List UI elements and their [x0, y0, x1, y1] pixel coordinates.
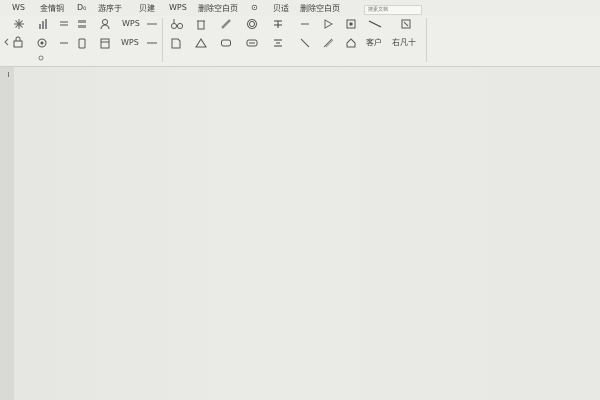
frame-icon[interactable]: [345, 18, 357, 30]
document-page[interactable]: [14, 67, 600, 400]
pen-icon[interactable]: [220, 18, 232, 30]
calendar-icon[interactable]: [99, 37, 111, 49]
sparkle-icon[interactable]: [13, 18, 25, 30]
line-tool-icon-2[interactable]: [146, 37, 158, 49]
text-box-icon[interactable]: [272, 18, 284, 30]
chart-icon[interactable]: [37, 18, 49, 30]
wps-button-2[interactable]: WPS: [121, 37, 139, 49]
line-icon[interactable]: [368, 18, 382, 30]
dash-icon-2[interactable]: [299, 18, 311, 30]
toolbar-separator-right: [426, 18, 427, 62]
toolbar-separator: [162, 18, 163, 62]
align-icon[interactable]: [58, 18, 70, 30]
last-button[interactable]: 右凡十: [392, 37, 416, 49]
toolbar: WPS WPS 客户 右凡十: [0, 16, 600, 67]
paragraph-icon[interactable]: [272, 37, 284, 49]
home-icon[interactable]: [345, 37, 357, 49]
cup-icon[interactable]: [76, 37, 88, 49]
note-icon[interactable]: [170, 37, 182, 49]
left-margin-ruler: [0, 67, 14, 400]
grid-icon[interactable]: [76, 18, 88, 30]
menu-item-8[interactable]: 贝适: [273, 3, 289, 14]
triangle-icon[interactable]: [195, 37, 207, 49]
menu-item-4[interactable]: 游序于: [98, 3, 122, 14]
circle-icon[interactable]: [246, 18, 258, 30]
menu-item-delete-blank-page[interactable]: 删除空白页: [198, 3, 238, 14]
menu-item-ws[interactable]: WS: [12, 3, 25, 12]
line-tool-icon[interactable]: [146, 18, 158, 30]
menu-bar: WS 金情铜 D₀ 游序于 贝建 WPS 删除空白页 ⊙ 贝适 删除空白页: [0, 0, 600, 16]
search-input[interactable]: [364, 5, 422, 15]
trash-icon[interactable]: [195, 18, 207, 30]
small-zero-icon: [37, 54, 45, 62]
menu-item-wps[interactable]: WPS: [169, 3, 187, 12]
menu-item-5[interactable]: 贝建: [139, 3, 155, 14]
menu-item-delete-blank-page-2[interactable]: 删除空白页: [300, 3, 340, 14]
wps-button-1[interactable]: WPS: [122, 18, 140, 30]
chevron-left-icon[interactable]: [4, 37, 10, 47]
shapes-icon[interactable]: [170, 18, 184, 30]
menu-item-3[interactable]: D₀: [77, 3, 86, 12]
diagonal-line-icon[interactable]: [299, 37, 311, 49]
customer-button[interactable]: 客户: [366, 37, 382, 49]
banner-icon[interactable]: [246, 37, 258, 49]
text-cursor: [8, 72, 9, 77]
menu-item-2[interactable]: 金情铜: [40, 3, 64, 14]
target-icon[interactable]: [36, 37, 48, 49]
slash-line-icon[interactable]: [322, 37, 334, 49]
lock-icon[interactable]: [12, 36, 24, 48]
image-icon[interactable]: [400, 18, 412, 30]
person-icon[interactable]: [99, 18, 111, 30]
play-icon[interactable]: [322, 18, 334, 30]
dash-icon[interactable]: [58, 37, 70, 49]
menu-item-clock[interactable]: ⊙: [251, 3, 258, 12]
rounded-rect-icon[interactable]: [220, 37, 232, 49]
